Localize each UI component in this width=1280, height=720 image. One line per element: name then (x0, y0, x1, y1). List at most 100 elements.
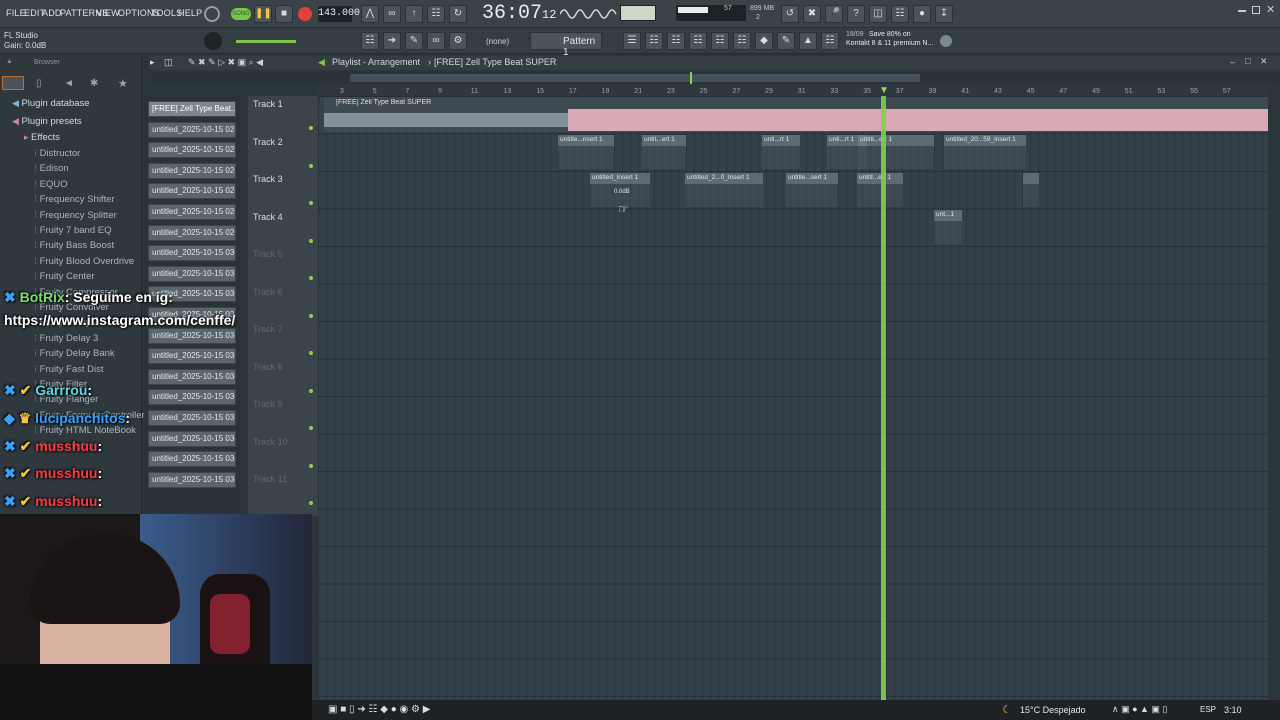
browser-gear-icon[interactable]: ✱ (90, 78, 98, 89)
pattern-list-item[interactable]: [FREE] Zell Type Beat.. (148, 101, 236, 117)
browser-header-icon[interactable]: ▲ (6, 58, 13, 65)
maximize-icon[interactable] (1252, 6, 1260, 14)
touch-keyboard-icon[interactable]: ✎ (777, 32, 795, 50)
pattern-list-item[interactable]: untitled_2025-10-15 03-.. (148, 348, 236, 365)
pattern-clip-track2[interactable]: untitle...nsert 1 (558, 135, 614, 169)
pause-button[interactable]: ❚❚ (254, 5, 272, 23)
news-icon[interactable] (940, 35, 952, 47)
plugin-picker-icon[interactable]: ☷ (733, 32, 751, 50)
chat-icon[interactable]: ● (913, 5, 931, 23)
plugin-database-folder[interactable]: ◀ Plugin database (12, 98, 90, 109)
browser-plugin-item[interactable]: ⁝ Fruity Delay 3 (34, 333, 98, 344)
mixer-window-icon[interactable]: ☷ (689, 32, 707, 50)
loop-record-icon[interactable]: ↻ (449, 5, 467, 23)
step-edit-icon[interactable]: ☷ (427, 5, 445, 23)
minimize-icon[interactable] (1238, 10, 1246, 12)
track-name[interactable]: Track 3 (253, 174, 283, 184)
wait-input-icon[interactable]: ∞ (383, 5, 401, 23)
browser-plugin-item[interactable]: ⁝ Edison (34, 163, 69, 174)
browser-nav-button[interactable] (2, 76, 24, 90)
track-mute-led[interactable] (309, 463, 313, 468)
playlist-close-icon[interactable]: ✕ (1260, 56, 1268, 67)
pencil-icon[interactable]: ✎ (405, 32, 423, 50)
track-name[interactable]: Track 11 (253, 474, 287, 484)
pattern-list-item[interactable]: untitled_2025-10-15 02-.. (148, 224, 236, 241)
pattern-clip-track4[interactable]: unt...1 (934, 210, 962, 244)
plugin-icon[interactable]: ◆ (755, 32, 773, 50)
pattern-list-item[interactable]: untitled_2025-10-15 03-.. (148, 389, 236, 406)
mixer-icon[interactable]: ☷ (891, 5, 909, 23)
track-mute-led[interactable] (309, 351, 313, 355)
link-icon[interactable]: ∞ (427, 32, 445, 50)
playlist-grid[interactable]: [FREE] Zell Type Beat SUPER untitle...ns… (318, 96, 1268, 700)
track-mute-led[interactable] (309, 388, 313, 393)
track-mute-led[interactable] (309, 426, 313, 430)
track-mute-led[interactable] (309, 501, 313, 505)
effects-folder[interactable]: ▸ Effects (24, 132, 60, 143)
pattern-clip-track2[interactable]: untit...ert 1 (642, 135, 686, 169)
pattern-list-item[interactable]: untitled_2025-10-15 02-.. (148, 142, 236, 159)
track-name[interactable]: Track 2 (253, 137, 283, 147)
news-line2[interactable]: Kontakt 8 & 11 premium N... (846, 40, 933, 47)
browser-plugin-item[interactable]: ⁝ Fruity Blood Overdrive (34, 256, 134, 267)
pattern-list-item[interactable]: untitled_2025-10-15 02-.. (148, 204, 236, 220)
piano-icon[interactable]: ☷ (667, 32, 685, 50)
download-icon[interactable]: ↧ (935, 5, 953, 23)
browser-plugin-item[interactable]: ⁝ Fruity Delay Bank (34, 348, 115, 359)
metronome-icon[interactable]: ⋀ (361, 5, 379, 23)
playlist-play-icon[interactable]: ▸ (150, 57, 155, 68)
pattern-clip-track3[interactable] (1023, 173, 1039, 207)
tempo-display[interactable]: 143.000 (318, 6, 360, 22)
pattern-clip-track2[interactable]: unti...rt 1 (762, 135, 800, 169)
undo-history-icon[interactable]: ↺ (781, 5, 799, 23)
playhead[interactable] (881, 96, 886, 700)
browser-plugin-item[interactable]: ⁝ Fruity Fast Dist (34, 364, 104, 375)
browser-file-icon[interactable]: ▯ (36, 78, 42, 89)
pattern-clip-track3[interactable]: untitled_2...0_Insert 1 (685, 173, 763, 207)
browser-plugin-item[interactable]: ⁝ Fruity Center (34, 271, 95, 282)
pattern-list-item[interactable]: untitled_2025-10-15 03-.. (148, 451, 236, 468)
track-name[interactable]: Track 9 (253, 399, 283, 409)
browser-speaker-icon[interactable]: ◄ (64, 78, 74, 89)
plugin-presets-folder[interactable]: ◀ Plugin presets (12, 116, 82, 127)
song-mode-toggle[interactable]: SONG (231, 8, 251, 20)
browser-plugin-item[interactable]: ⁝ EQUO (34, 179, 68, 190)
menu-view[interactable]: VIEW (96, 8, 120, 18)
playlist-scrollbar[interactable] (150, 72, 1280, 84)
tools-icon[interactable]: ✖ (803, 5, 821, 23)
news-line1[interactable]: Save 80% on (869, 31, 911, 38)
pattern-list-item[interactable]: untitled_2025-10-15 03-.. (148, 368, 236, 385)
browser-plugin-item[interactable]: ⁝ Distructor (34, 148, 80, 159)
weather-label[interactable]: 15°C Despejado (1020, 705, 1086, 715)
playhead-marker-icon[interactable]: ▼ (879, 85, 889, 96)
master-volume-slider[interactable] (236, 40, 296, 43)
record-button[interactable] (298, 7, 312, 21)
close-icon[interactable]: ✕ (1266, 3, 1275, 16)
playlist-tools-icon[interactable]: ✎ ✖ ✎ ▷ ✖ ▣ ⌕ ◀ (188, 57, 263, 68)
playlist-minimize-icon[interactable]: – (1230, 57, 1235, 67)
browser-plugin-item[interactable]: ⁝ Fruity 7 band EQ (34, 225, 111, 236)
store-icon[interactable]: ☷ (821, 32, 839, 50)
browser-star-icon[interactable]: ★ (118, 77, 128, 90)
track-mute-led[interactable] (309, 201, 313, 205)
song-position-display[interactable]: 36:0712 (482, 2, 556, 25)
track-mute-led[interactable] (309, 163, 313, 168)
playlist-icon[interactable]: ☰ (623, 32, 641, 50)
track-name[interactable]: Track 6 (253, 287, 283, 297)
language-indicator[interactable]: ESP (1200, 705, 1216, 714)
channel-rack-icon[interactable]: ☷ (645, 32, 663, 50)
browser-window-icon[interactable]: ☷ (711, 32, 729, 50)
pattern-list-item[interactable]: untitled_2025-10-15 03-.. (148, 410, 236, 426)
save-icon[interactable]: ◫ (869, 5, 887, 23)
stamp-icon[interactable]: ⚙ (449, 32, 467, 50)
browser-plugin-item[interactable]: ⁝ Frequency Splitter (34, 210, 117, 221)
browser-plugin-item[interactable]: ⁝ Frequency Shifter (34, 194, 115, 205)
clock[interactable]: 3:10 (1224, 705, 1242, 715)
audio-clip-track1[interactable]: [FREE] Zell Type Beat SUPER (324, 97, 1268, 132)
track-mute-led[interactable] (309, 313, 313, 318)
pattern-list-item[interactable]: untitled_2025-10-15 02-.. (148, 162, 236, 179)
menu-help[interactable]: HELP (178, 8, 202, 18)
track-mute-led[interactable] (309, 126, 313, 130)
pattern-list-item[interactable]: untitled_2025-10-15 03-.. (148, 245, 236, 262)
pattern-list-item[interactable]: untitled_2025-10-15 02-.. (148, 121, 236, 138)
